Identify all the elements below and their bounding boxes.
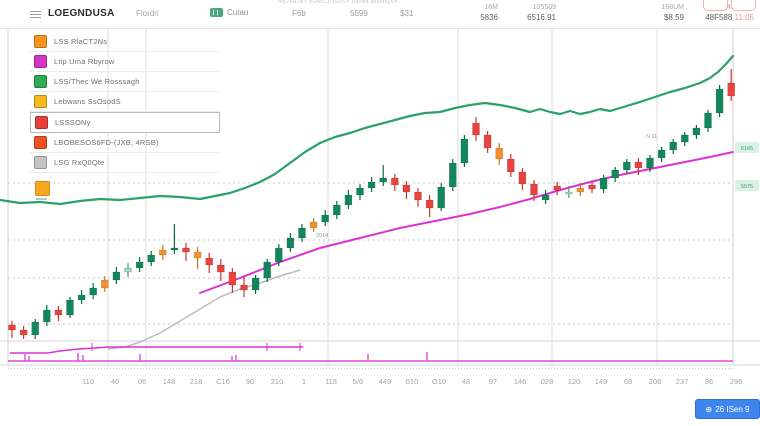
- legend-item-label: LBOBESOS6FD-(JXB, 4RSB): [54, 138, 159, 147]
- svg-text:610: 610: [406, 377, 419, 386]
- svg-text:2014: 2014: [316, 233, 328, 239]
- legend-item[interactable]: Ltip Uma Rbyrow: [30, 52, 220, 72]
- svg-text:90: 90: [246, 377, 254, 386]
- svg-text:1: 1: [302, 377, 306, 386]
- menu-icon[interactable]: [30, 9, 41, 18]
- header: nq(24R2BY BO4013/960/9Y Dacwa asstdaj/9Y…: [0, 0, 760, 29]
- x-axis: 110 40 06 148 218 C16 90 210 1 118 5/6 449 610 O10 48 9…: [82, 377, 742, 386]
- legend-item-label: Lebwans SsOsodS: [54, 97, 121, 106]
- status-badge[interactable]: Cutao: [210, 8, 248, 17]
- legend-item-label: LSSSONy: [55, 118, 91, 127]
- svg-text:028: 028: [541, 377, 554, 386]
- legend-item-label: LSS RlaCT2Ns: [54, 37, 107, 46]
- legend-item[interactable]: LSS/Thec We Rosssagh: [30, 72, 220, 92]
- stat-column: 1055096516.91: [527, 3, 556, 23]
- legend-item[interactable]: Lebwans SsOsodS: [30, 92, 220, 112]
- svg-text:O10: O10: [432, 377, 446, 386]
- svg-text:6165: 6165: [741, 146, 753, 152]
- series-color-swatch: [34, 136, 47, 149]
- legend-item[interactable]: LSG RxQ0Qte: [30, 153, 220, 173]
- svg-text:237: 237: [676, 377, 689, 386]
- svg-text:449: 449: [379, 377, 392, 386]
- legend-item[interactable]: LBOBESOS6FD-(JXB, 4RSB): [30, 133, 220, 153]
- legend-item-label: Ltip Uma Rbyrow: [54, 57, 115, 66]
- toolbar-button[interactable]: [731, 0, 756, 11]
- svg-text:210: 210: [271, 377, 284, 386]
- svg-text:149: 149: [595, 377, 608, 386]
- svg-text:148: 148: [163, 377, 176, 386]
- svg-text:208: 208: [649, 377, 662, 386]
- marker-badge[interactable]: [35, 181, 50, 196]
- ma-line: [108, 270, 300, 349]
- quick-stat: $31: [400, 9, 413, 18]
- svg-text:118: 118: [325, 377, 337, 386]
- sub-panel: [8, 343, 733, 361]
- svg-text:48: 48: [462, 377, 470, 386]
- svg-text:86: 86: [705, 377, 713, 386]
- legend-item[interactable]: LSS RlaCT2Ns: [30, 32, 220, 52]
- series-color-swatch: [34, 75, 47, 88]
- svg-text:218: 218: [190, 377, 203, 386]
- marker-dash: [36, 198, 47, 200]
- legend-item-label: LSS/Thec We Rosssagh: [54, 77, 140, 86]
- svg-text:110: 110: [82, 377, 94, 386]
- toolbar-button[interactable]: [703, 0, 728, 11]
- svg-text:C16: C16: [216, 377, 230, 386]
- symbol-subtitle: Flordri: [136, 9, 159, 18]
- symbol-title: LOEGNDUSA: [48, 8, 115, 19]
- svg-text:146: 146: [514, 377, 527, 386]
- price-axis-tags: 6165 5975: [735, 142, 759, 191]
- svg-text:40: 40: [111, 377, 119, 386]
- svg-text:97: 97: [489, 377, 497, 386]
- svg-text:120: 120: [568, 377, 581, 386]
- svg-text:N 11: N 11: [646, 134, 657, 140]
- date-range-button[interactable]: ⊕ 26 ISen 9: [695, 399, 760, 419]
- legend-item[interactable]: LSSSONy: [30, 112, 220, 133]
- quick-stat: 5599: [350, 9, 368, 18]
- svg-text:5/6: 5/6: [353, 377, 363, 386]
- candles-icon: [210, 8, 223, 17]
- legend-panel: LSS RlaCT2Ns Ltip Uma Rbyrow LSS/Thec We…: [30, 32, 220, 173]
- stat-column: 168UM$8.59: [661, 3, 684, 23]
- series-color-swatch: [35, 116, 48, 129]
- series-color-swatch: [34, 156, 47, 169]
- svg-text:68: 68: [624, 377, 632, 386]
- series-color-swatch: [34, 35, 47, 48]
- svg-text:5975: 5975: [741, 184, 753, 190]
- series-color-swatch: [34, 55, 47, 68]
- quick-stat: F6b: [292, 9, 306, 18]
- legend-item-label: LSG RxQ0Qte: [54, 158, 105, 167]
- trend-line: [200, 152, 733, 293]
- globe-icon: ⊕: [706, 405, 713, 414]
- stat-column: 16M5836: [480, 3, 498, 23]
- series-color-swatch: [34, 95, 47, 108]
- svg-text:06: 06: [138, 377, 146, 386]
- svg-text:296: 296: [730, 377, 743, 386]
